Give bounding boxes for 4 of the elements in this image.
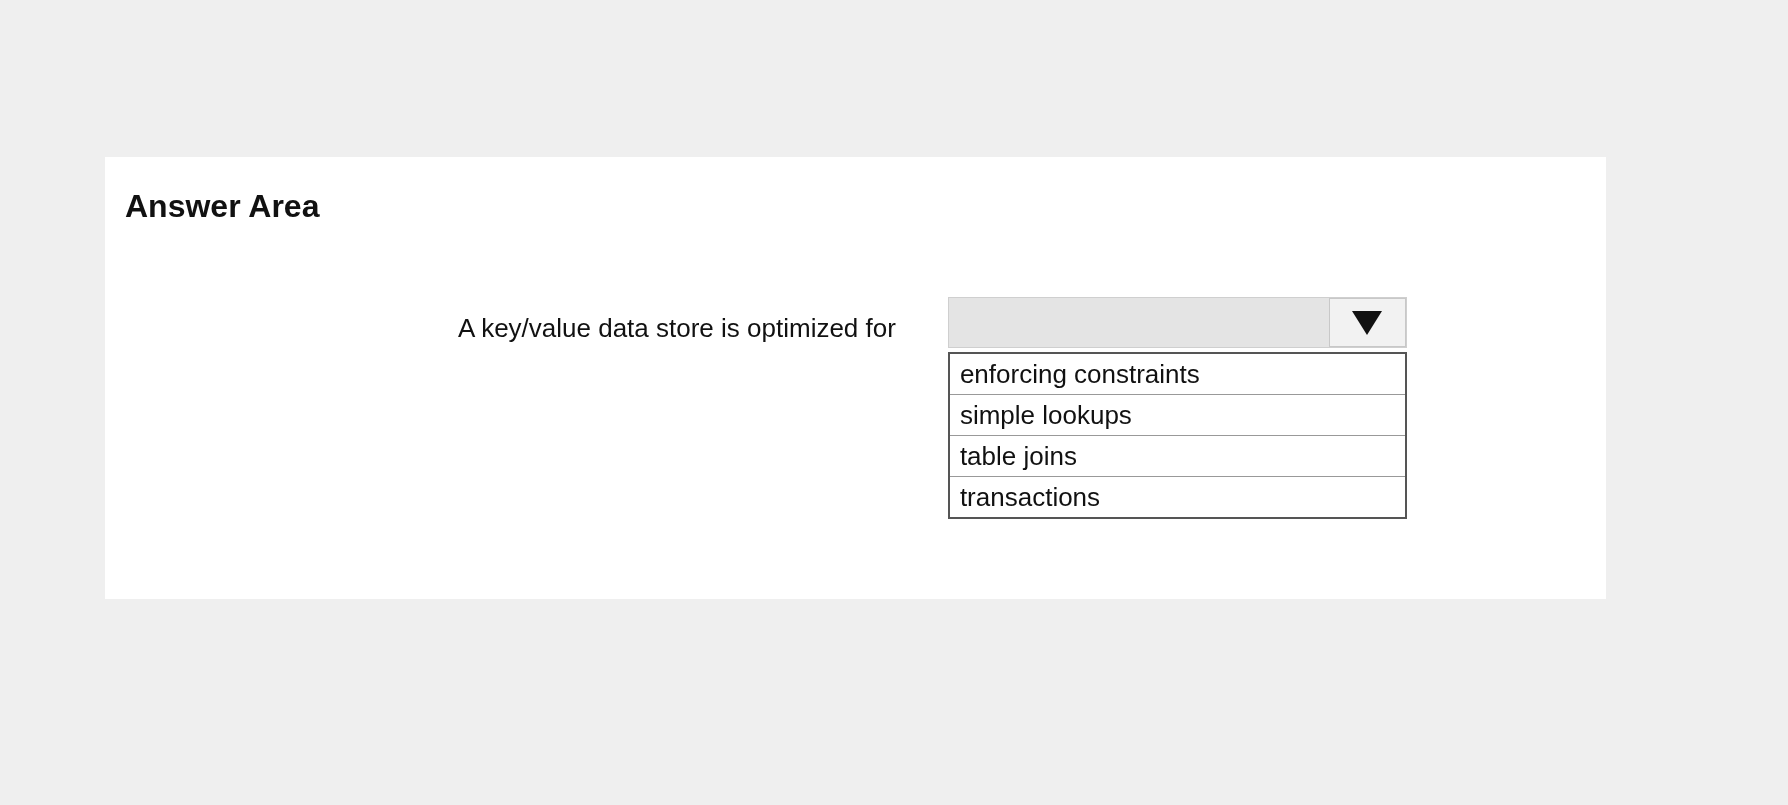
- answer-area-title: Answer Area: [125, 187, 321, 226]
- caret-icon: [1352, 310, 1383, 335]
- question-prompt: A key/value data store is optimized for: [458, 312, 896, 346]
- dropdown-toggle[interactable]: [1328, 298, 1406, 348]
